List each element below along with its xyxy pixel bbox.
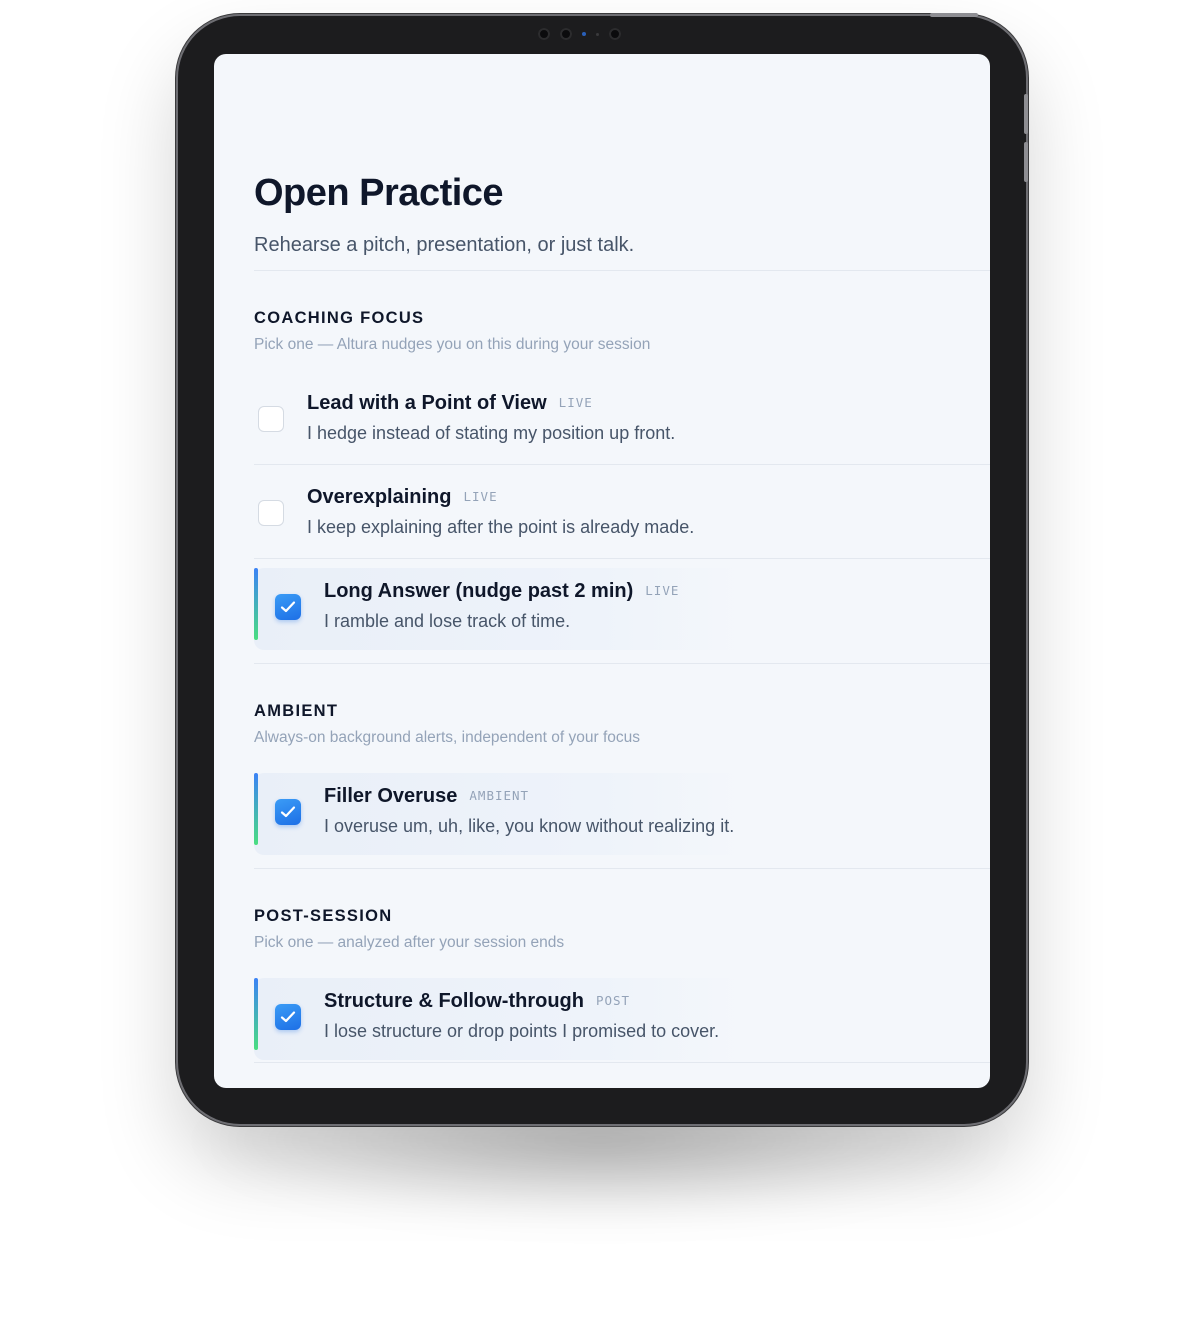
- option-filler-overuse[interactable]: Filler Overuse AMBIENT I overuse um, uh, …: [254, 763, 990, 857]
- checkbox-unchecked[interactable]: [258, 406, 284, 432]
- option-long-answer[interactable]: Long Answer (nudge past 2 min) LIVE I ram…: [254, 558, 990, 652]
- power-button: [930, 13, 978, 17]
- section-title-post-session: POST-SESSION: [254, 907, 393, 925]
- option-title: Long Answer (nudge past 2 min): [324, 580, 634, 602]
- page-subtitle: Rehearse a pitch, presentation, or just …: [254, 234, 635, 256]
- option-title: Structure & Follow-through: [324, 990, 584, 1012]
- camera-lens: [538, 28, 550, 40]
- section-title-coaching-focus: COACHING FOCUS: [254, 309, 425, 327]
- checkmark-icon: [280, 1011, 296, 1023]
- volume-up-button: [1024, 94, 1028, 134]
- checkbox-checked[interactable]: [275, 1004, 301, 1030]
- option-tag-live: LIVE: [558, 395, 593, 410]
- header-divider: [254, 270, 990, 271]
- checkmark-icon: [280, 601, 296, 613]
- volume-down-button: [1024, 142, 1028, 182]
- option-description: I keep explaining after the point is alr…: [307, 517, 695, 537]
- option-title: Lead with a Point of View: [307, 392, 547, 414]
- option-description: I lose structure or drop points I promis…: [324, 1021, 720, 1041]
- option-lead-with-point-of-view[interactable]: Lead with a Point of View LIVE I hedge in…: [254, 370, 990, 464]
- section-subtitle-coaching-focus: Pick one — Altura nudges you on this dur…: [254, 336, 651, 353]
- option-divider: [254, 1062, 990, 1063]
- section-subtitle-ambient: Always-on background alerts, independent…: [254, 729, 641, 746]
- camera-indicator: [582, 32, 586, 36]
- ambient-sensor: [596, 32, 599, 36]
- option-description: I hedge instead of stating my position u…: [307, 423, 676, 443]
- selected-accent-bar: [254, 568, 258, 640]
- section-subtitle-post-session: Pick one — analyzed after your session e…: [254, 934, 565, 951]
- camera-lens: [609, 28, 621, 40]
- section-title-ambient: AMBIENT: [254, 702, 339, 720]
- checkbox-unchecked[interactable]: [258, 500, 284, 526]
- option-tag-live: LIVE: [645, 583, 680, 598]
- selected-accent-bar: [254, 773, 258, 845]
- option-tag-ambient: AMBIENT: [469, 788, 530, 803]
- section-divider: [254, 868, 990, 869]
- option-overexplaining[interactable]: Overexplaining LIVE I keep explaining aft…: [254, 464, 990, 558]
- option-tag-post: POST: [595, 993, 631, 1008]
- option-description: I ramble and lose track of time.: [324, 611, 571, 631]
- checkmark-icon: [280, 806, 296, 818]
- checkbox-checked[interactable]: [275, 594, 301, 620]
- camera-lens: [560, 28, 572, 40]
- front-camera: [538, 26, 678, 42]
- option-structure-follow-through[interactable]: Structure & Follow-through POST I lose st…: [254, 968, 990, 1062]
- app-screen: Open Practice Rehearse a pitch, presenta…: [214, 54, 990, 1088]
- checkbox-checked[interactable]: [275, 799, 301, 825]
- tablet-frame: Open Practice Rehearse a pitch, presenta…: [178, 13, 1028, 1124]
- option-tag-live: LIVE: [463, 489, 498, 504]
- option-title: Overexplaining: [307, 486, 452, 508]
- page-title: Open Practice: [254, 172, 504, 214]
- option-description: I overuse um, uh, like, you know without…: [324, 816, 735, 836]
- selected-accent-bar: [254, 978, 258, 1050]
- option-title: Filler Overuse: [324, 785, 458, 807]
- section-divider: [254, 663, 990, 664]
